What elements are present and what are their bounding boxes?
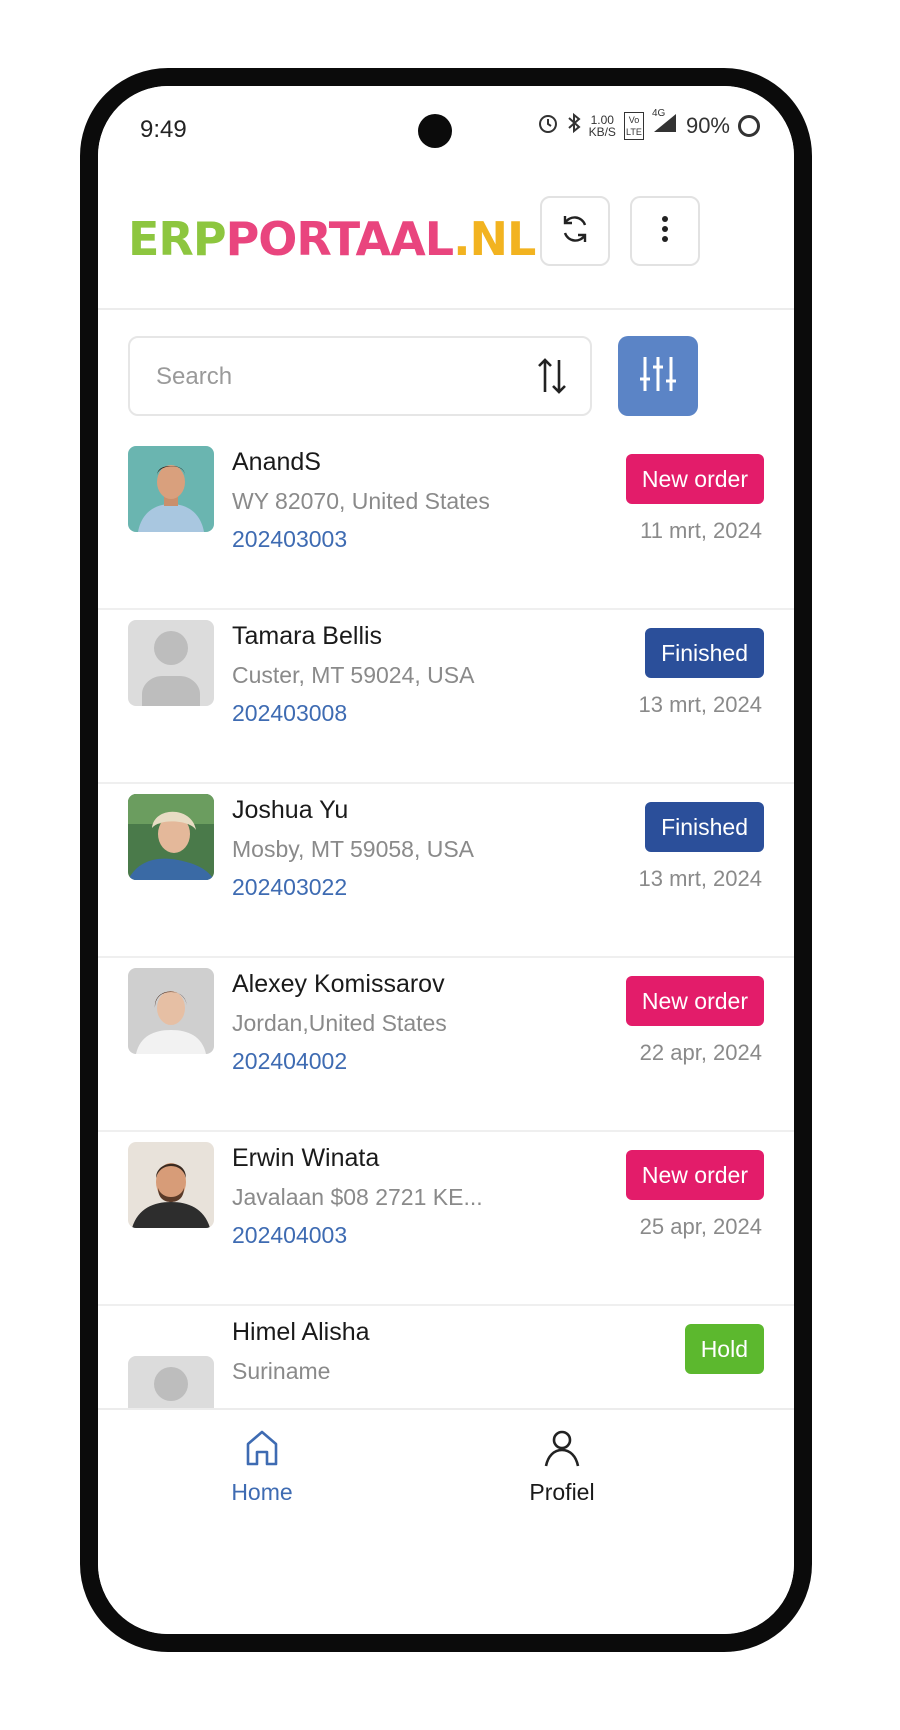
order-date: 11 mrt, 2024 bbox=[640, 518, 762, 543]
order-number-link[interactable]: 202404002 bbox=[232, 1048, 347, 1075]
customer-name: Alexey Komissarov bbox=[232, 970, 445, 998]
status-time: 9:49 bbox=[140, 116, 187, 143]
erpportaal-logo: ERPPORTAAL.NL bbox=[128, 212, 536, 266]
customer-name: Erwin Winata bbox=[232, 1144, 380, 1172]
order-list: AnandS WY 82070, United States 202403003… bbox=[98, 436, 794, 1408]
refresh-icon bbox=[558, 212, 592, 251]
logo-part-portaal: PORTAAL bbox=[225, 212, 454, 266]
user-placeholder-icon bbox=[142, 631, 200, 706]
order-number-link[interactable]: 202403008 bbox=[232, 700, 347, 727]
search-box bbox=[128, 336, 592, 416]
order-row[interactable]: Himel Alisha Suriname Hold bbox=[98, 1306, 794, 1408]
battery-icon bbox=[738, 115, 760, 137]
avatar bbox=[128, 1356, 214, 1408]
order-row[interactable]: Joshua Yu Mosby, MT 59058, USA 202403022… bbox=[98, 784, 794, 958]
filter-button[interactable] bbox=[618, 336, 698, 416]
customer-name: AnandS bbox=[232, 448, 321, 476]
customer-address: Jordan,United States bbox=[232, 1010, 447, 1036]
order-row[interactable]: Tamara Bellis Custer, MT 59024, USA 2024… bbox=[98, 610, 794, 784]
net-speed: 1.00 KB/S bbox=[589, 114, 616, 138]
order-number-link[interactable]: 202403022 bbox=[232, 874, 347, 901]
order-number-link[interactable]: 202403003 bbox=[232, 526, 347, 553]
battery-percent: 90% bbox=[685, 113, 730, 138]
status-bar: 9:49 1.00 KB/S Vo LTE 4G 90% bbox=[98, 86, 794, 186]
order-row[interactable]: AnandS WY 82070, United States 202403003… bbox=[98, 436, 794, 610]
customer-address: Javalaan $08 2721 KE... bbox=[232, 1184, 483, 1210]
status-badge: New order bbox=[625, 454, 764, 504]
status-badge: New order bbox=[625, 1150, 764, 1200]
bottom-navigation: Home Profiel bbox=[98, 1408, 794, 1530]
sort-icon[interactable] bbox=[536, 356, 568, 401]
alarm-icon bbox=[537, 112, 559, 140]
order-date: 22 apr, 2024 bbox=[639, 1040, 762, 1065]
logo-part-erp: ERP bbox=[128, 212, 227, 266]
status-icons: 1.00 KB/S Vo LTE 4G 90% bbox=[537, 108, 760, 140]
bluetooth-icon bbox=[567, 112, 581, 140]
status-badge: Finished bbox=[645, 802, 764, 852]
avatar bbox=[128, 446, 214, 532]
customer-name: Himel Alisha bbox=[232, 1318, 370, 1346]
avatar bbox=[128, 794, 214, 880]
order-date: 25 apr, 2024 bbox=[639, 1214, 762, 1239]
status-badge: New order bbox=[625, 976, 764, 1026]
customer-address: Mosby, MT 59058, USA bbox=[232, 836, 475, 862]
status-badge: Finished bbox=[645, 628, 764, 678]
user-placeholder-icon bbox=[154, 1367, 188, 1401]
phone-frame: 9:49 1.00 KB/S Vo LTE 4G 90% ERPPORTAAL.N… bbox=[80, 68, 812, 1652]
customer-name: Tamara Bellis bbox=[232, 622, 383, 650]
more-vertical-icon bbox=[660, 214, 670, 249]
avatar bbox=[128, 620, 214, 706]
home-icon bbox=[242, 1430, 282, 1472]
search-input[interactable] bbox=[154, 354, 518, 400]
volte-icon: Vo LTE bbox=[623, 112, 644, 140]
customer-address: Suriname bbox=[232, 1358, 331, 1384]
signal-icon: 4G bbox=[652, 108, 678, 140]
avatar bbox=[128, 968, 214, 1054]
nav-home[interactable]: Home bbox=[182, 1428, 342, 1506]
customer-address: Custer, MT 59024, USA bbox=[232, 662, 475, 688]
nav-home-label: Home bbox=[231, 1479, 293, 1505]
logo-part-nl: .NL bbox=[453, 212, 536, 266]
refresh-button[interactable] bbox=[540, 196, 610, 266]
more-options-button[interactable] bbox=[630, 196, 700, 266]
nav-profile[interactable]: Profiel bbox=[482, 1428, 642, 1506]
avatar bbox=[128, 1142, 214, 1228]
order-row[interactable]: Erwin Winata Javalaan $08 2721 KE... 202… bbox=[98, 1132, 794, 1306]
customer-name: Joshua Yu bbox=[232, 796, 349, 824]
order-number-link[interactable]: 202404003 bbox=[232, 1222, 347, 1249]
app-screen: 9:49 1.00 KB/S Vo LTE 4G 90% ERPPORTAAL.N… bbox=[98, 86, 794, 1634]
status-badge: Hold bbox=[684, 1324, 764, 1374]
front-camera bbox=[418, 114, 452, 148]
order-date: 13 mrt, 2024 bbox=[638, 692, 762, 717]
network-type: 4G bbox=[651, 108, 666, 119]
net-speed-unit: KB/S bbox=[588, 125, 616, 139]
order-row[interactable]: Alexey Komissarov Jordan,United States 2… bbox=[98, 958, 794, 1132]
filter-sliders-icon bbox=[637, 355, 679, 398]
app-header: ERPPORTAAL.NL bbox=[98, 186, 794, 310]
user-icon bbox=[542, 1430, 582, 1472]
nav-profile-label: Profiel bbox=[529, 1479, 595, 1505]
customer-address: WY 82070, United States bbox=[232, 488, 490, 514]
order-date: 13 mrt, 2024 bbox=[638, 866, 762, 891]
